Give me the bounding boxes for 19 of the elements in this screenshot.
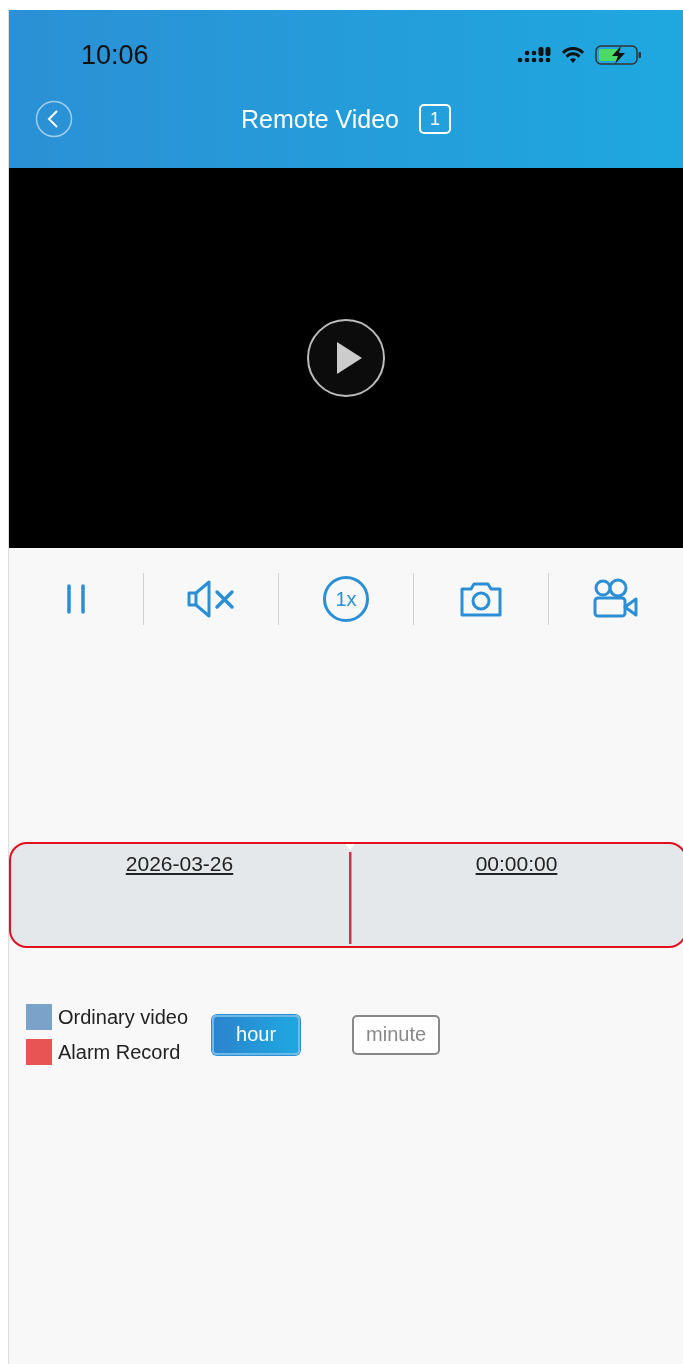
timeline-panel[interactable]: 2026-03-26 00:00:00 <box>9 842 683 948</box>
wifi-icon <box>561 46 585 64</box>
legend-label: Ordinary video <box>58 1005 189 1029</box>
legend-label: Alarm Record <box>58 1040 181 1064</box>
status-time: 10:06 <box>81 39 149 71</box>
speed-button[interactable]: 1x <box>323 576 369 622</box>
signal-icon <box>517 46 551 64</box>
timeline-date: 2026-03-26 <box>125 852 234 875</box>
scale-button[interactable]: hour <box>212 1014 301 1055</box>
mute-icon[interactable] <box>185 579 236 619</box>
battery-icon <box>595 44 643 66</box>
channel-button[interactable]: 1 <box>419 104 451 134</box>
timeline-time: 00:00:00 <box>475 852 558 875</box>
back-button[interactable] <box>35 100 73 138</box>
scale-button[interactable]: minute <box>352 1014 441 1055</box>
screen-title: Remote Video <box>241 104 399 134</box>
play-icon[interactable] <box>306 318 386 398</box>
video-camera-icon[interactable] <box>592 578 641 620</box>
timeline-cursor[interactable] <box>344 844 356 944</box>
